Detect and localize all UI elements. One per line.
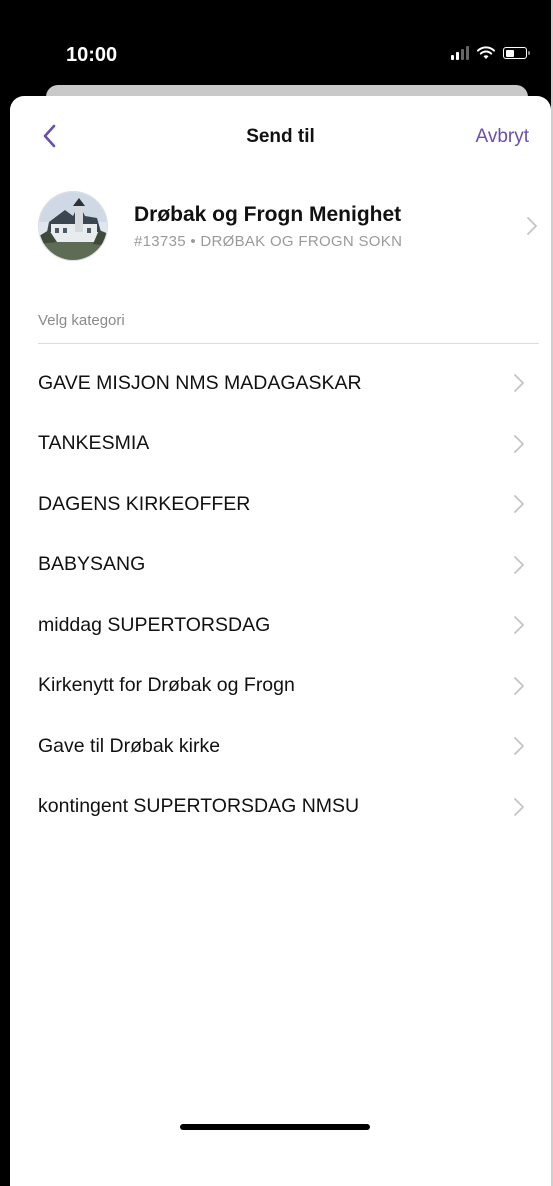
send-to-sheet: Send til Avbryt Drøbak og Frogn Menighet — [10, 96, 551, 1186]
category-label: GAVE MISJON NMS MADAGASKAR — [38, 371, 362, 394]
chevron-right-icon — [514, 797, 524, 816]
signal-icon — [451, 46, 469, 60]
category-list: GAVE MISJON NMS MADAGASKAR TANKESMIA DAG… — [10, 353, 551, 837]
chevron-right-icon — [527, 217, 537, 235]
chevron-right-icon — [514, 676, 524, 695]
page-title: Send til — [246, 126, 315, 147]
category-item[interactable]: GAVE MISJON NMS MADAGASKAR — [10, 353, 551, 414]
category-item[interactable]: DAGENS KIRKEOFFER — [10, 474, 551, 535]
battery-icon — [503, 47, 530, 59]
divider — [38, 343, 539, 344]
recipient-info: Drøbak og Frogn Menighet #13735 • DRØBAK… — [134, 203, 526, 250]
recipient-subtitle: #13735 • DRØBAK OG FROGN SOKN — [134, 232, 403, 250]
category-item[interactable]: TANKESMIA — [10, 414, 551, 475]
recipient-row[interactable]: Drøbak og Frogn Menighet #13735 • DRØBAK… — [38, 190, 538, 262]
church-avatar — [38, 191, 108, 261]
category-item[interactable]: BABYSANG — [10, 535, 551, 596]
category-item[interactable]: kontingent SUPERTORSDAG NMSU — [10, 777, 551, 838]
category-item[interactable]: Gave til Drøbak kirke — [10, 716, 551, 777]
recipient-name: Drøbak og Frogn Menighet — [134, 202, 402, 226]
category-label: DAGENS KIRKEOFFER — [38, 492, 251, 515]
category-label: Gave til Drøbak kirke — [38, 734, 221, 757]
category-label: middag SUPERTORSDAG — [38, 613, 271, 636]
section-label: Velg kategori — [38, 312, 125, 329]
category-item[interactable]: middag SUPERTORSDAG — [10, 595, 551, 656]
chevron-right-icon — [514, 737, 524, 756]
category-label: Kirkenytt for Drøbak og Frogn — [38, 674, 295, 697]
category-label: BABYSANG — [38, 553, 146, 576]
cancel-button[interactable]: Avbryt — [475, 126, 529, 148]
wifi-icon — [477, 46, 495, 60]
navigation-bar: Send til Avbryt — [10, 96, 551, 176]
status-icons — [451, 46, 530, 60]
home-indicator[interactable] — [180, 1124, 370, 1130]
chevron-right-icon — [514, 495, 524, 514]
chevron-right-icon — [514, 374, 524, 393]
category-label: kontingent SUPERTORSDAG NMSU — [38, 795, 360, 818]
status-time: 10:00 — [66, 44, 118, 66]
category-item[interactable]: Kirkenytt for Drøbak og Frogn — [10, 656, 551, 717]
chevron-right-icon — [514, 555, 524, 574]
chevron-right-icon — [514, 616, 524, 635]
category-label: TANKESMIA — [38, 432, 150, 455]
chevron-right-icon — [514, 434, 524, 453]
